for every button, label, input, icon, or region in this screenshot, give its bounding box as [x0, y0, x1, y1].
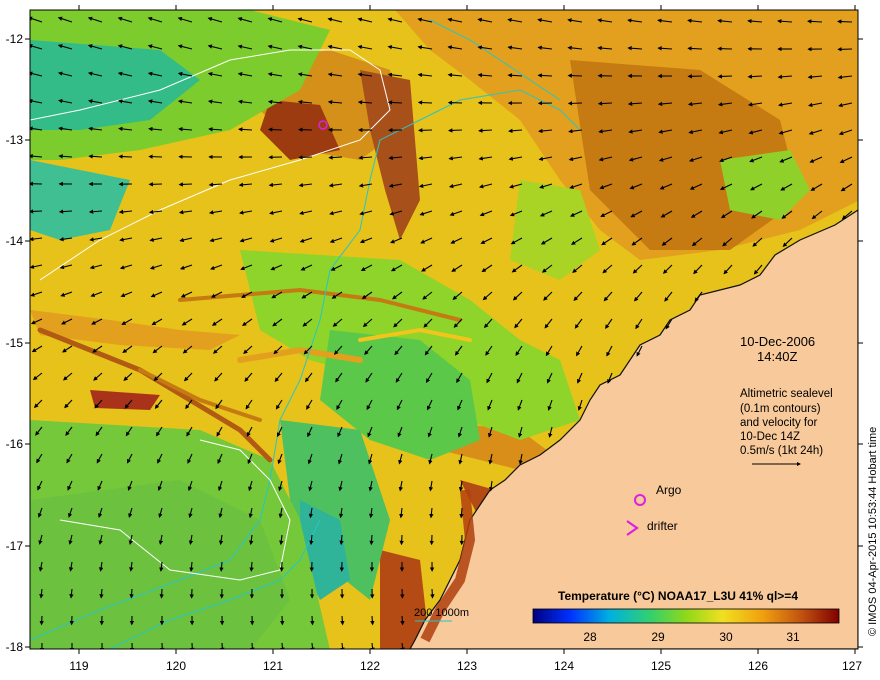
bathymetry-label: 200 1000m [414, 607, 469, 619]
velocity-arrow [220, 642, 225, 649]
date-label: 10-Dec-2006 [740, 334, 815, 349]
velocity-arrow [129, 588, 134, 599]
lat-tick: -14 [6, 234, 24, 248]
velocity-arrow [687, 46, 703, 51]
velocity-arrow [310, 615, 315, 626]
velocity-arrow [417, 100, 433, 105]
lat-tick: -15 [6, 336, 24, 350]
credit-label: © IMOS 04-Apr-2015 10:53:44 Hobart time [867, 427, 879, 636]
velocity-arrow [340, 615, 345, 626]
colorbar-title: Temperature (°C) NOAA17_L3U 41% ql>=4 [558, 589, 798, 603]
lon-tick: 121 [263, 659, 283, 673]
velocity-arrow [717, 74, 733, 79]
lon-tick: 127 [842, 659, 862, 673]
lat-tick: -18 [6, 640, 24, 654]
velocity-arrow [178, 182, 193, 187]
velocity-arrow [30, 209, 43, 214]
velocity-arrow [279, 561, 284, 572]
lon-tick: 122 [360, 659, 380, 673]
velocity-arrow [39, 615, 44, 626]
sst-map: 119 120 121 122 123 124 125 126 127 -12 … [6, 5, 879, 673]
velocity-arrow [430, 588, 435, 599]
velocity-arrow [370, 615, 375, 626]
velocity-arrow [249, 561, 254, 572]
lon-tick-labels: 119 120 121 122 123 124 125 126 127 [69, 659, 862, 673]
lon-tick: 120 [166, 659, 186, 673]
velocity-arrow [448, 128, 463, 133]
velocity-arrow [399, 534, 404, 546]
colorbar-tick: 31 [786, 630, 800, 644]
colorbar-tick: 29 [651, 630, 665, 644]
velocity-arrow [837, 19, 853, 24]
colorbar [532, 608, 840, 624]
lon-tick: 126 [748, 659, 768, 673]
lat-tick: -12 [6, 32, 24, 46]
colorbar-tick: 30 [719, 630, 733, 644]
lat-tick: -17 [6, 539, 24, 553]
velocity-arrow [328, 155, 343, 160]
velocity-arrow [567, 73, 583, 78]
altimetry-note-line: and velocity for [740, 417, 818, 429]
velocity-arrow [148, 154, 163, 159]
lon-tick: 125 [651, 659, 671, 673]
lat-tick: -16 [6, 437, 24, 451]
argo-legend-label: Argo [656, 483, 682, 497]
velocity-arrow [280, 642, 285, 649]
altimetry-note-line: 10-Dec 14Z [740, 431, 800, 443]
velocity-arrow [159, 588, 164, 599]
lon-tick: 123 [457, 659, 477, 673]
velocity-arrow [387, 100, 403, 105]
lat-tick-labels: -12 -13 -14 -15 -16 -17 -18 [6, 32, 24, 654]
velocity-arrow [597, 101, 613, 106]
lat-tick: -13 [6, 133, 24, 147]
velocity-arrow [268, 127, 283, 132]
colorbar-tick: 28 [583, 630, 597, 644]
lon-tick: 124 [554, 659, 574, 673]
velocity-arrow [298, 155, 313, 160]
altimetry-note-line: (0.1m contours) [740, 403, 821, 415]
velocity-arrow [369, 534, 374, 546]
time-label: 14:40Z [757, 349, 798, 364]
altimetry-note-line: 0.5m/s (1kt 24h) [740, 445, 823, 457]
lon-tick: 119 [69, 659, 88, 673]
velocity-arrow [537, 73, 553, 78]
plot-area [30, 10, 858, 649]
velocity-arrow [400, 615, 405, 626]
altimetry-note-line: Altimetric sealevel [740, 388, 833, 400]
velocity-arrow [567, 101, 583, 106]
velocity-arrow [250, 642, 255, 649]
drifter-legend-label: drifter [647, 519, 678, 533]
velocity-arrow [118, 154, 133, 159]
